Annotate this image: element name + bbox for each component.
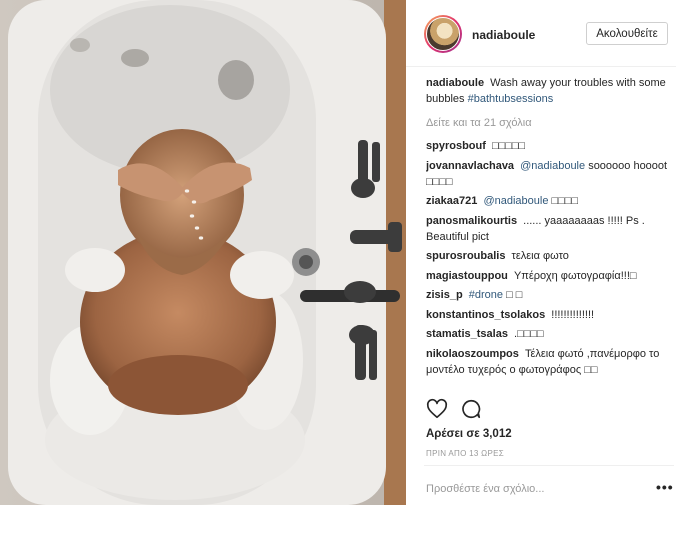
comment-username[interactable]: spyrosbouf [426,140,486,152]
more-options-icon[interactable]: ••• [656,479,674,495]
heart-icon[interactable] [426,398,448,420]
following-button[interactable]: Ακολουθείτε [586,22,668,45]
post-caption: nadiaboule Wash away your troubles with … [426,75,674,107]
comment-hashtag[interactable]: #drone [469,289,503,301]
comment-item: spyrosbouf □□□□□ [426,138,674,154]
comment-text: τελεια φωτο [511,250,569,262]
comment-username[interactable]: nikolaoszoumpos [426,348,519,360]
bathtub-photo [0,0,406,505]
likes-count[interactable]: Αρέσει σε 3,012 [426,428,512,440]
avatar-image [426,17,460,51]
comment-item: panosmalikourtis ...... yaaaaaaaas !!!!!… [426,213,674,245]
comment-mention[interactable]: @nadiaboule [483,195,548,207]
comment-username[interactable]: ziakaa721 [426,195,477,207]
caption-hashtag[interactable]: #bathtubsessions [468,93,554,105]
comment-mention[interactable]: @nadiaboule [520,160,585,172]
comment-text: □□□□ [551,195,579,207]
comment-item: spurosroubalis τελεια φωτο [426,248,674,264]
post-photo [0,0,406,505]
comment-text: !!!!!!!!!!!!!! [551,308,595,321]
comment-item: stamatis_tsalas .□□□□ [426,326,674,342]
add-comment-input[interactable] [426,481,626,497]
post-timestamp: ΠΡΙΝ ΑΠΟ 13 ΩΡΕΣ [426,449,504,458]
post-actions [426,398,486,422]
view-all-comments-link[interactable]: Δείτε και τα 21 σχόλια [426,115,674,131]
comment-item: magiastouppou Υπέροχη φωτογραφία!!!□ [426,268,674,284]
divider [424,465,674,466]
comments-list[interactable]: nadiaboule Wash away your troubles with … [426,75,674,390]
comment-username[interactable]: jovannavlachava [426,160,514,172]
comment-text: .□□□□ [514,328,544,340]
comment-item: nikolaoszoumpos Τέλεια φωτό ,πανέμορφο τ… [426,346,674,378]
comment-username[interactable]: stamatis_tsalas [426,328,508,340]
header-username[interactable]: nadiaboule [472,28,535,42]
comment-item: ziakaa721 @nadiaboule □□□□ [426,193,674,209]
comment-item: jovannavlachava @nadiaboule soooooo hooo… [426,158,674,190]
comment-username[interactable]: magiastouppou [426,270,508,282]
comment-text: □ □ [506,289,523,301]
comment-username[interactable]: zisis_p [426,289,463,301]
caption-username[interactable]: nadiaboule [426,77,484,89]
comment-item: konstantinos_tsolakos !!!!!!!!!!!!!! [426,307,674,323]
comment-item: zisis_p #drone □ □ [426,287,674,303]
comment-text: □□□□□ [491,140,526,152]
comment-username[interactable]: panosmalikourtis [426,215,517,227]
comment-username[interactable]: konstantinos_tsolakos [426,309,545,321]
post-header: nadiaboule Ακολουθείτε [406,0,676,67]
avatar[interactable] [424,15,462,53]
comment-username[interactable]: spurosroubalis [426,250,505,262]
comment-icon[interactable] [460,398,482,420]
post-details-panel: nadiaboule Ακολουθείτε nadiaboule Wash a… [406,0,700,505]
comment-text: Υπέροχη φωτογραφία!!!□ [513,269,637,282]
